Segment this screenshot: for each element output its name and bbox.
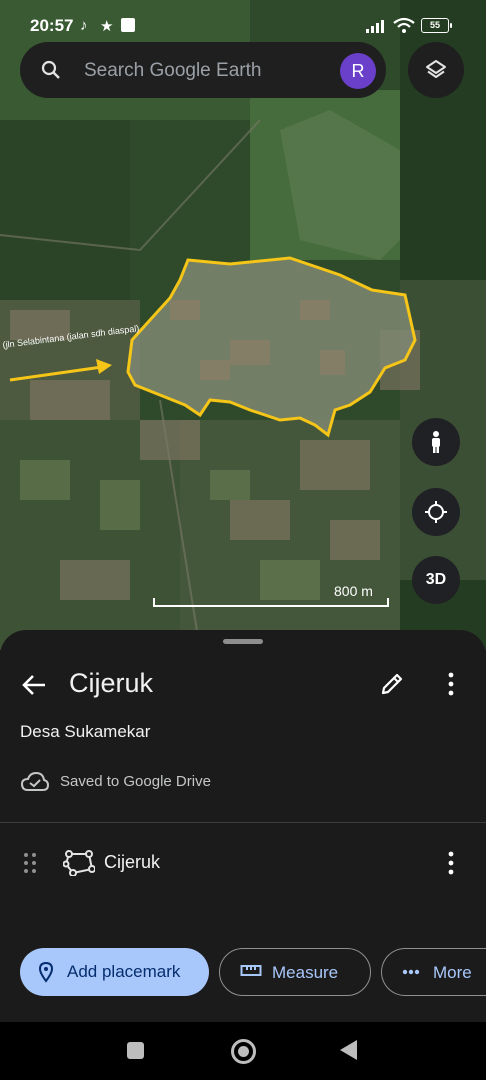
home-button[interactable] <box>231 1039 256 1064</box>
scale-bar <box>153 598 389 607</box>
saved-status-text: Saved to Google Drive <box>60 773 211 790</box>
back-button[interactable] <box>340 1040 357 1060</box>
ruler-icon <box>240 965 262 976</box>
more-label: More <box>433 963 472 982</box>
back-arrow-icon[interactable] <box>20 670 50 700</box>
measure-button[interactable]: Measure <box>219 948 371 996</box>
feature-name: Cijeruk <box>104 852 161 872</box>
signal-icon <box>366 20 384 33</box>
status-time: 20:57 <box>30 16 74 35</box>
location-pin-icon <box>38 961 54 983</box>
wifi-icon <box>393 17 415 33</box>
layers-icon <box>426 60 446 78</box>
drag-handle-icon[interactable] <box>22 852 38 874</box>
pegman-icon <box>432 431 440 453</box>
battery-icon: 55 <box>421 18 452 33</box>
system-nav-bar <box>0 1022 486 1080</box>
feature-list-item[interactable]: Cijeruk <box>0 838 486 894</box>
sheet-title: Cijeruk <box>69 668 154 698</box>
more-vert-icon[interactable] <box>437 849 465 877</box>
tiktok-icon: ♪ <box>80 17 88 34</box>
measure-label: Measure <box>272 963 339 982</box>
scale-label: 800 m <box>334 583 373 599</box>
search-input[interactable]: Search Google Earth <box>84 60 261 82</box>
sheet-subtitle: Desa Sukamekar <box>20 722 151 741</box>
toggle-3d-button[interactable]: 3D <box>412 556 460 604</box>
more-vert-icon[interactable] <box>437 670 465 698</box>
layers-button[interactable] <box>408 42 464 98</box>
street-view-button[interactable] <box>412 418 460 466</box>
bottom-sheet: Cijeruk Desa Sukamekar Saved to Google D… <box>0 630 486 1022</box>
more-button[interactable]: More <box>381 948 486 996</box>
sheet-drag-handle[interactable] <box>223 639 263 644</box>
cloud-check-icon <box>20 771 50 791</box>
search-icon <box>41 60 60 79</box>
search-bar[interactable]: Search Google Earth R <box>20 42 386 98</box>
star-icon: ★ <box>100 18 114 35</box>
pencil-icon[interactable] <box>378 670 406 698</box>
my-location-icon <box>425 501 447 523</box>
recents-button[interactable] <box>127 1042 144 1059</box>
more-horiz-icon <box>402 969 420 975</box>
add-placemark-label: Add placemark <box>67 962 181 981</box>
polygon-icon <box>63 850 95 876</box>
add-placemark-button[interactable]: Add placemark <box>20 948 209 996</box>
my-location-button[interactable] <box>412 488 460 536</box>
divider <box>0 822 486 823</box>
notification-icon <box>121 18 135 32</box>
avatar[interactable]: R <box>340 53 376 89</box>
